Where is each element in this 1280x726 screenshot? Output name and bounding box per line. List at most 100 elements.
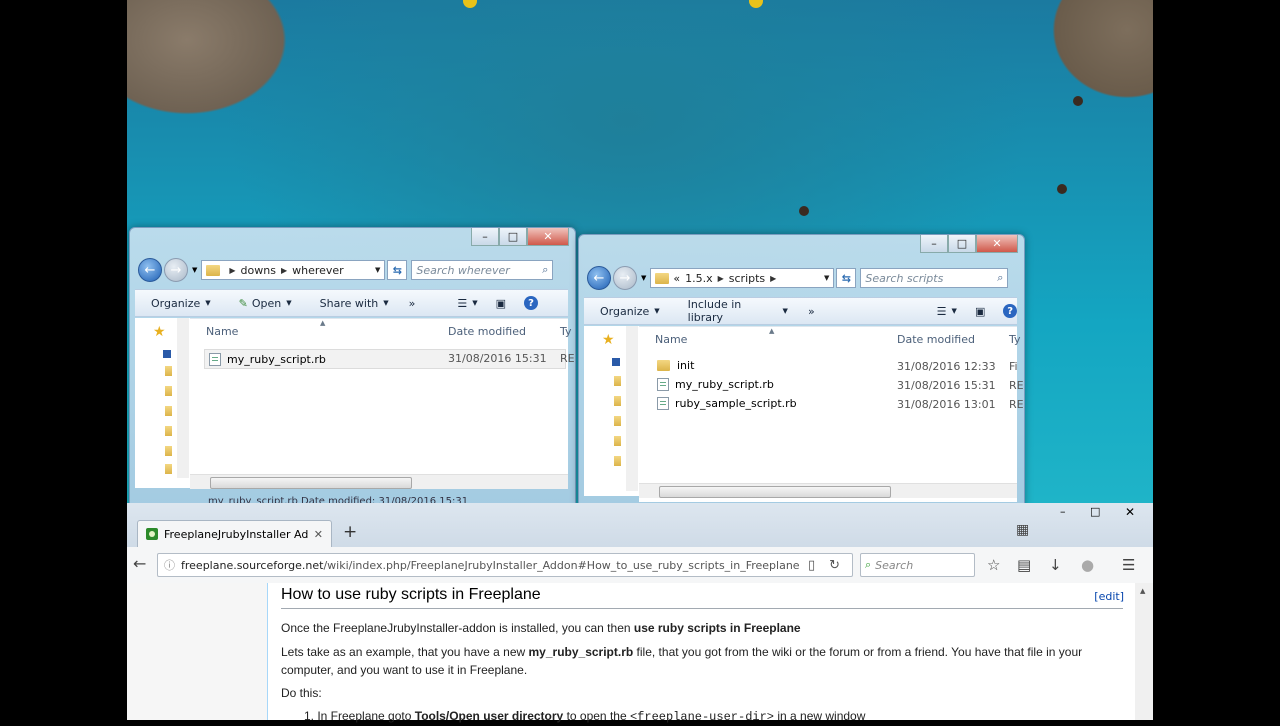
new-tab-button[interactable]: + — [343, 522, 357, 542]
minimize-button[interactable]: – — [920, 235, 948, 253]
organize-button[interactable]: Organize ▼ — [151, 297, 211, 310]
address-bar[interactable]: ▶ downs ▶ wherever ▼ — [201, 260, 386, 280]
include-in-library-label: Include in library — [687, 298, 742, 324]
folder-icon[interactable] — [165, 446, 172, 456]
file-name: my_ruby_script.rb — [675, 378, 774, 391]
navigation-pane[interactable]: ★ — [584, 326, 640, 496]
folder-icon[interactable] — [165, 366, 172, 376]
folder-icon[interactable] — [614, 416, 621, 426]
horizontal-scrollbar[interactable] — [639, 483, 1017, 498]
scroll-up-icon[interactable]: ▲ — [1140, 587, 1145, 595]
column-type[interactable]: Ty — [560, 325, 572, 338]
back-icon[interactable]: ← — [133, 554, 146, 573]
bookmarks-menu-icon[interactable]: ▤ — [1017, 556, 1031, 574]
preview-pane-icon[interactable]: ▣ — [496, 297, 506, 310]
folder-icon[interactable] — [614, 436, 621, 446]
reload-icon[interactable]: ↻ — [829, 558, 840, 573]
bookmark-star-icon[interactable]: ☆ — [987, 556, 1000, 574]
ff-close-button[interactable]: ✕ — [1125, 505, 1135, 519]
view-options-icon[interactable]: ☰ ▼ — [937, 305, 957, 318]
navigation-pane[interactable]: ★ — [135, 318, 191, 488]
history-dropdown-icon[interactable]: ▼ — [641, 274, 646, 282]
breadcrumb-item[interactable]: 1.5.x — [685, 272, 713, 285]
share-with-button[interactable]: Share with ▼ — [320, 297, 389, 310]
explorer-window-scripts[interactable]: – □ ✕ ← → ▼ « 1.5.x ▶ scripts ▶ ▼ ⇆ Sear… — [578, 234, 1025, 507]
organize-button[interactable]: Organize ▼ — [600, 305, 660, 318]
breadcrumb-overflow[interactable]: « — [673, 272, 680, 285]
close-button[interactable]: ✕ — [527, 228, 569, 246]
open-button[interactable]: ✎ Open ▼ — [239, 297, 292, 310]
maximize-button[interactable]: □ — [948, 235, 976, 253]
refresh-icon[interactable]: ⇆ — [387, 260, 408, 280]
sync-icon[interactable]: ● — [1081, 556, 1094, 574]
page-content: How to use ruby scripts in Freeplane [ed… — [127, 583, 1136, 724]
folder-icon[interactable] — [614, 376, 621, 386]
favorites-star-icon[interactable]: ★ — [602, 332, 615, 348]
column-name[interactable]: Name — [206, 325, 238, 338]
horizontal-scrollbar[interactable] — [190, 474, 568, 489]
tab-groups-icon[interactable]: ▦ — [1016, 522, 1029, 538]
search-input[interactable]: Search wherever ⌕ — [411, 260, 554, 280]
tab-close-icon[interactable]: ✕ — [314, 528, 323, 541]
column-date-modified[interactable]: Date modified — [897, 333, 975, 346]
close-button[interactable]: ✕ — [976, 235, 1018, 253]
folder-icon[interactable] — [614, 396, 621, 406]
more-commands-button[interactable]: » — [409, 297, 416, 310]
library-icon[interactable] — [163, 350, 171, 358]
browser-tab[interactable]: FreeplaneJrubyInstaller Ad ✕ — [137, 520, 332, 547]
explorer-window-downs[interactable]: – □ ✕ ← → ▼ ▶ downs ▶ wherever ▼ ⇆ Searc… — [129, 227, 576, 507]
url-bar[interactable]: ⓘ freeplane.sourceforge.net /wiki/index.… — [157, 553, 853, 577]
forward-icon[interactable]: → — [164, 258, 188, 282]
ff-maximize-button[interactable]: □ — [1090, 505, 1100, 518]
column-name[interactable]: Name — [655, 333, 687, 346]
folder-icon[interactable] — [165, 386, 172, 396]
file-list[interactable]: Name Date modified Ty ▲ init 31/08/2016 … — [639, 326, 1024, 502]
minimize-button[interactable]: – — [471, 228, 499, 246]
maximize-button[interactable]: □ — [499, 228, 527, 246]
back-icon[interactable]: ← — [138, 258, 162, 282]
search-input[interactable]: ⌕ Search — [860, 553, 975, 577]
back-icon[interactable]: ← — [587, 266, 611, 290]
breadcrumb-item[interactable]: scripts — [729, 272, 765, 285]
file-row[interactable]: ruby_sample_script.rb — [657, 397, 797, 410]
url-path: /wiki/index.php/FreeplaneJrubyInstaller_… — [323, 558, 800, 572]
chevron-down-icon[interactable]: ▼ — [375, 266, 380, 274]
library-icon[interactable] — [612, 358, 620, 366]
reader-view-icon[interactable]: ▯ — [808, 558, 815, 573]
ff-minimize-button[interactable]: – — [1060, 505, 1066, 518]
more-commands-button[interactable]: » — [808, 305, 815, 318]
history-dropdown-icon[interactable]: ▼ — [192, 266, 197, 274]
scroll-thumb[interactable] — [210, 477, 412, 489]
favorites-star-icon[interactable]: ★ — [153, 324, 166, 340]
refresh-icon[interactable]: ⇆ — [836, 268, 857, 288]
breadcrumb-item[interactable]: wherever — [292, 264, 344, 277]
folder-row-init[interactable]: init — [657, 359, 694, 372]
folder-icon[interactable] — [614, 456, 621, 466]
menu-icon[interactable]: ☰ — [1122, 556, 1135, 574]
folder-icon[interactable] — [165, 426, 172, 436]
nav-scrollbar[interactable] — [177, 318, 189, 478]
address-bar[interactable]: « 1.5.x ▶ scripts ▶ ▼ — [650, 268, 835, 288]
folder-icon[interactable] — [165, 406, 172, 416]
download-icon[interactable]: ↓ — [1049, 556, 1062, 574]
column-type[interactable]: Ty — [1009, 333, 1021, 346]
page-scrollbar[interactable]: ▲ — [1135, 583, 1153, 720]
scroll-thumb[interactable] — [659, 486, 891, 498]
include-in-library-button[interactable]: Include in library ▼ — [688, 298, 788, 324]
column-date-modified[interactable]: Date modified — [448, 325, 526, 338]
firefox-window[interactable]: FreeplaneJrubyInstaller Ad ✕ + ▦ – □ ✕ ←… — [127, 503, 1153, 724]
preview-pane-icon[interactable]: ▣ — [975, 305, 985, 318]
search-input[interactable]: Search scripts ⌕ — [860, 268, 1009, 288]
folder-icon[interactable] — [165, 464, 172, 474]
file-row[interactable]: my_ruby_script.rb — [657, 378, 774, 391]
view-options-icon[interactable]: ☰ ▼ — [457, 297, 477, 310]
file-list[interactable]: Name Date modified Ty ▲ my_ruby_script.r… — [190, 318, 575, 489]
forward-icon[interactable]: → — [613, 266, 637, 290]
breadcrumb-item[interactable]: downs — [241, 264, 276, 277]
edit-link[interactable]: [edit] — [1094, 590, 1124, 603]
chevron-down-icon[interactable]: ▼ — [824, 274, 829, 282]
info-icon[interactable]: ⓘ — [164, 557, 175, 573]
help-icon[interactable]: ? — [1003, 304, 1017, 318]
nav-scrollbar[interactable] — [626, 326, 638, 491]
help-icon[interactable]: ? — [524, 296, 539, 310]
